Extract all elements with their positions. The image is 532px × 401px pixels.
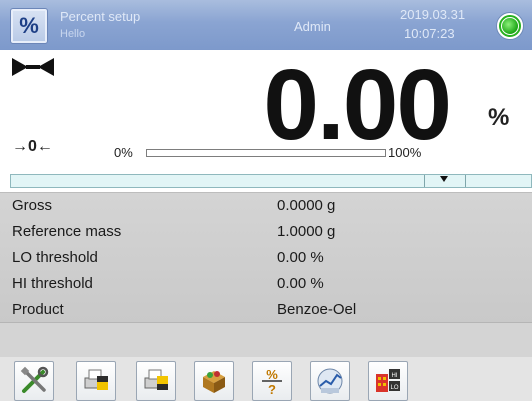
percent-reference-icon[interactable]: % ? (252, 361, 292, 401)
info-label: HI threshold (12, 275, 93, 292)
main-readout: 0.00 (263, 49, 452, 161)
chart-statistics-icon[interactable] (310, 361, 350, 401)
percent-mode-icon[interactable]: % (10, 8, 48, 44)
weighing-display: 0.00 % →0← 0% 100% (0, 50, 532, 170)
info-label: Reference mass (12, 223, 122, 240)
zero-indicator-icon: →0← (12, 138, 53, 155)
green-led-icon[interactable] (496, 12, 524, 40)
info-value: 0.0000 g (277, 197, 336, 214)
info-value: 0.00 % (277, 275, 324, 292)
title-bar: % Percent setup Hello Admin 2019.03.31 1… (0, 0, 532, 50)
mode-subtitle: Hello (60, 28, 86, 40)
function-toolbar: % ? HI LO (0, 357, 532, 401)
date-readout: 2019.03.31 (400, 7, 466, 22)
bargraph-max-label: 100% (388, 145, 422, 160)
logged-user[interactable]: Admin (294, 19, 331, 34)
bargraph-min-label: 0% (114, 145, 133, 160)
info-label: Gross (12, 197, 53, 214)
readout-unit[interactable]: % (488, 104, 509, 132)
message-strip (0, 323, 532, 357)
time-readout: 10:07:23 (404, 26, 455, 41)
info-panel: Gross 0.0000 g Reference mass 1.0000 g L… (0, 192, 532, 323)
threshold-strip (10, 174, 532, 188)
info-value: 1.0000 g (277, 223, 336, 240)
info-row-product: Product Benzoe-Oel (0, 297, 532, 323)
hi-lo-thresholds-icon[interactable]: HI LO (368, 361, 408, 401)
info-row-lo-threshold: LO threshold 0.00 % (0, 245, 532, 271)
info-value: 0.00 % (277, 249, 324, 266)
product-database-icon[interactable] (194, 361, 234, 401)
info-row-gross: Gross 0.0000 g (0, 193, 532, 219)
mode-title: Percent setup (60, 9, 141, 24)
info-row-reference-mass: Reference mass 1.0000 g (0, 219, 532, 245)
percent-mode-icon-glyph: % (19, 13, 39, 38)
bargraph (146, 149, 386, 157)
printer-header-icon[interactable] (76, 361, 116, 401)
stable-bowtie-icon (12, 58, 54, 81)
down-triangle-icon (440, 176, 448, 182)
led-dot (502, 18, 518, 34)
info-value: Benzoe-Oel (277, 301, 357, 318)
settings-tools-icon[interactable] (14, 361, 54, 401)
svg-text:%: % (266, 367, 278, 382)
svg-text:LO: LO (390, 385, 398, 391)
printer-footer-icon[interactable] (136, 361, 176, 401)
svg-text:?: ? (268, 382, 276, 396)
led-ring (499, 15, 521, 37)
svg-text:HI: HI (392, 373, 398, 379)
info-label: Product (12, 301, 64, 318)
info-row-hi-threshold: HI threshold 0.00 % (0, 271, 532, 297)
info-label: LO threshold (12, 249, 98, 266)
